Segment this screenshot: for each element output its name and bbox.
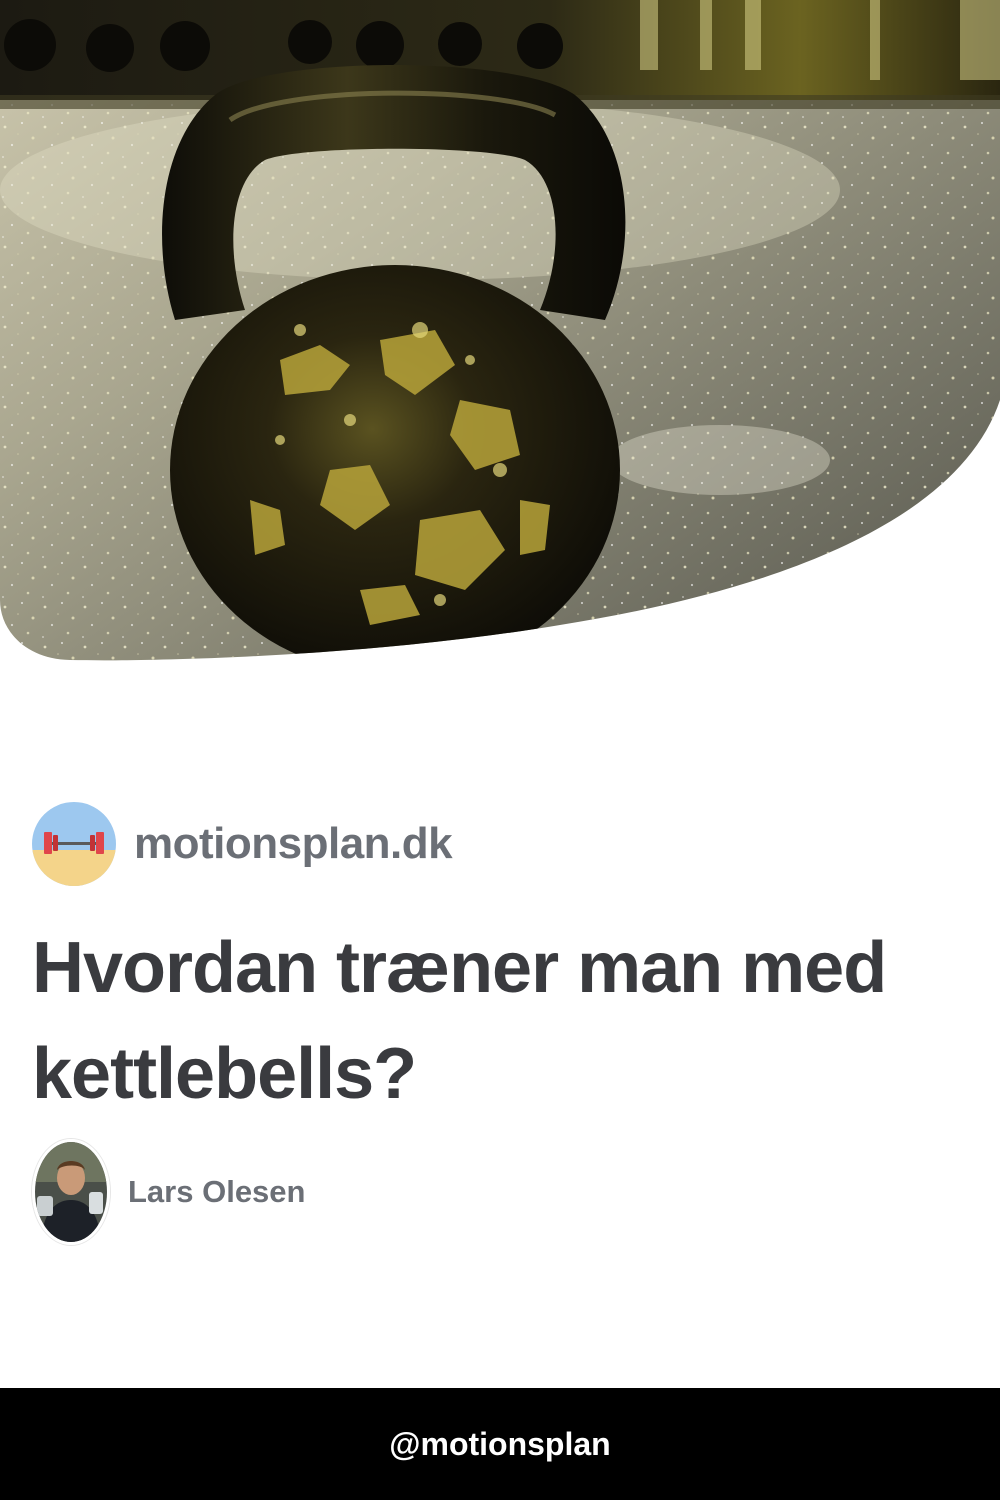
author-byline[interactable]: Lars Olesen (32, 1139, 305, 1245)
social-handle[interactable]: @motionsplan (389, 1426, 610, 1463)
author-name[interactable]: Lars Olesen (128, 1174, 305, 1210)
barbell-beach-logo-icon (32, 802, 116, 886)
article-title: Hvordan træner man med kettlebells? (32, 928, 887, 1114)
footer-bar: @motionsplan (0, 1388, 1000, 1500)
kettlebell-photo (0, 0, 1000, 661)
site-name[interactable]: motionsplan.dk (134, 819, 453, 869)
author-avatar-icon (32, 1139, 110, 1245)
hero-image (0, 0, 1000, 670)
site-header[interactable]: motionsplan.dk (32, 802, 453, 886)
